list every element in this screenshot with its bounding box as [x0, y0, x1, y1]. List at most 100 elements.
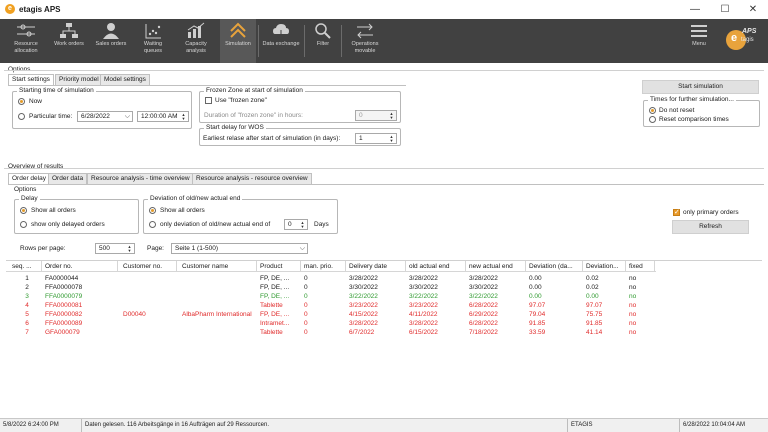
tab-model-settings[interactable]: Model settings	[100, 74, 150, 85]
column-separator[interactable]	[625, 261, 626, 272]
duration-spinner[interactable]: 0 ▲ ▼	[355, 110, 397, 121]
toolbar-operations-movable[interactable]: Operations movable	[345, 19, 385, 63]
frozen-zone-group: Frozen Zone at start of simulation Use "…	[199, 87, 401, 123]
tab-start-settings[interactable]: Start settings	[8, 74, 54, 85]
column-header[interactable]: fixed	[629, 263, 653, 270]
column-header[interactable]: seq. ...	[12, 263, 42, 270]
table-row[interactable]: 6 FFA0000089 Intramet... 0 3/28/2022 3/28/202…	[6, 319, 656, 328]
column-separator[interactable]	[405, 261, 406, 272]
table-cell: 91.85	[586, 320, 603, 327]
options-tabs: Start settings Priority model Model sett…	[8, 74, 308, 85]
maximize-button[interactable]: ☐	[710, 2, 740, 17]
column-header[interactable]: man. prio.	[304, 263, 344, 270]
toolbar-sales-orders[interactable]: Sales orders	[94, 19, 128, 63]
table-row[interactable]: 3 FFA0000079 FP, DE, ... 0 3/22/2022 3/22/202…	[6, 292, 656, 301]
column-header[interactable]: Deviation (da...	[529, 263, 581, 270]
table-cell: 1	[25, 275, 29, 282]
now-radio[interactable]	[18, 98, 25, 105]
table-cell: FP, DE, ...	[260, 284, 290, 291]
toolbar-work-orders[interactable]: Work orders	[52, 19, 86, 63]
show-delayed-orders-radio[interactable]	[20, 221, 27, 228]
table-cell: 3/30/2022	[409, 284, 438, 291]
do-not-reset-radio[interactable]	[649, 107, 656, 114]
close-button[interactable]: ✕	[738, 2, 768, 17]
column-separator[interactable]	[176, 261, 177, 272]
table-row[interactable]: 2 FFA0000078 FP, DE, ... 0 3/30/2022 3/30/202…	[6, 283, 656, 292]
time-spinner[interactable]: 12:00:00 AM ▲ ▼	[137, 111, 189, 122]
toolbar-separator	[304, 25, 305, 57]
operations-movable-icon	[357, 23, 373, 39]
tab-resource-time-overview[interactable]: Resource analysis - time overview	[87, 173, 194, 184]
toolbar-data-exchange[interactable]: Data exchange	[261, 19, 301, 63]
column-header[interactable]: Product	[260, 263, 300, 270]
refresh-button[interactable]: Refresh	[672, 220, 749, 234]
column-separator[interactable]	[465, 261, 466, 272]
table-row[interactable]: 1 FA0000044 FP, DE, ... 0 3/28/2022 3/28/2022…	[6, 274, 656, 283]
column-separator[interactable]	[582, 261, 583, 272]
table-cell: 97.07	[529, 302, 546, 309]
table-cell: AlbaPharm International	[182, 311, 252, 318]
column-header[interactable]: new actual end	[469, 263, 524, 270]
minimize-button[interactable]: —	[680, 2, 710, 17]
table-cell: 0.00	[529, 275, 542, 282]
column-header[interactable]: Customer no.	[123, 263, 183, 270]
toolbar-waiting-queues[interactable]: Waiting queues	[136, 19, 170, 63]
table-cell: 5	[25, 311, 29, 318]
table-cell: 6/28/2022	[469, 320, 498, 327]
column-separator[interactable]	[41, 261, 42, 272]
table-cell: 0.00	[529, 284, 542, 291]
menu-button[interactable]: Menu	[682, 19, 716, 63]
deviation-show-all-radio[interactable]	[149, 207, 156, 214]
filter-icon	[315, 23, 331, 39]
tab-order-delay[interactable]: Order delay	[8, 173, 50, 184]
table-cell: 33.59	[529, 329, 546, 336]
column-header[interactable]: Deviation...	[586, 263, 624, 270]
table-row[interactable]: 4 FFA0000081 Tablette 0 3/23/2022 3/23/2022 6/…	[6, 301, 656, 310]
tab-order-data[interactable]: Order data	[48, 173, 88, 184]
column-separator[interactable]	[345, 261, 346, 272]
toolbar-label: Data exchange	[262, 41, 300, 47]
tab-resource-resource-overview[interactable]: Resource analysis - resource overview	[192, 173, 312, 184]
column-separator[interactable]	[256, 261, 257, 272]
column-separator[interactable]	[300, 261, 301, 272]
column-header[interactable]: Customer name	[182, 263, 257, 270]
start-simulation-button[interactable]: Start simulation	[642, 80, 759, 94]
earliest-release-spinner[interactable]: 1 ▲ ▼	[355, 133, 397, 144]
particular-time-radio[interactable]	[18, 113, 25, 120]
only-deviation-radio[interactable]	[149, 221, 156, 228]
column-header[interactable]: old actual end	[409, 263, 464, 270]
date-picker[interactable]: 6/28/2022 ⌵	[77, 111, 133, 122]
reset-comparison-radio[interactable]	[649, 116, 656, 123]
table-row[interactable]: 5 FFA0000082 D00040 AlbaPharm International…	[6, 310, 656, 319]
table-cell: FP, DE, ...	[260, 275, 290, 282]
rows-per-page-spinner[interactable]: 500 ▲ ▼	[95, 243, 135, 254]
table-cell: Tablette	[260, 302, 283, 309]
rows-per-page-label: Rows per page:	[20, 245, 66, 252]
toolbar-capacity-analysis[interactable]: Capacity analysis	[178, 19, 214, 63]
column-header[interactable]: Order no.	[45, 263, 115, 270]
use-frozen-zone-checkbox[interactable]	[205, 97, 212, 104]
column-separator[interactable]	[117, 261, 118, 272]
page-dropdown[interactable]: Seite 1 (1-500) ⌵	[171, 243, 308, 254]
tab-priority-model[interactable]: Priority model	[55, 74, 103, 85]
data-exchange-icon	[273, 24, 289, 40]
use-frozen-zone-label: Use "frozen zone"	[215, 97, 267, 104]
table-cell: 3/30/2022	[469, 284, 498, 291]
toolbar-resource-allocation[interactable]: Resource allocation	[8, 19, 44, 63]
table-row[interactable]: 7 GFA000079 Tablette 0 6/7/2022 6/15/2022 7/18…	[6, 328, 656, 337]
table-cell: D00040	[123, 311, 146, 318]
status-right-time: 6/28/2022 10:04:04 AM	[683, 422, 746, 428]
column-separator[interactable]	[654, 261, 655, 272]
only-primary-orders-checkbox[interactable]	[673, 208, 680, 216]
toolbar-filter[interactable]: Filter	[308, 19, 338, 63]
deviation-group: Deviation of old/new actual end Show all…	[143, 195, 338, 234]
column-header[interactable]: Delivery date	[349, 263, 404, 270]
toolbar-label: Filter	[316, 41, 330, 47]
column-separator[interactable]	[525, 261, 526, 272]
time-value: 12:00:00 AM	[141, 113, 178, 120]
show-all-orders-radio[interactable]	[20, 207, 27, 214]
table-cell: 6/15/2022	[409, 329, 438, 336]
toolbar-simulation[interactable]: Simulation	[220, 19, 256, 63]
toolbar-separator	[258, 25, 259, 57]
deviation-days-spinner[interactable]: 0 ▲ ▼	[284, 219, 308, 230]
